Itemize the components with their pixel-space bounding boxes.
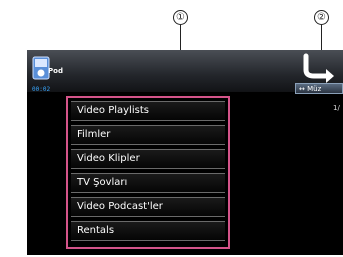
callout-2: ②: [314, 10, 329, 25]
menu-item-video-podcasts[interactable]: Video Podcast'ler: [71, 197, 225, 217]
top-bar: Pod 00:02 ↔ Müz: [27, 50, 343, 94]
menu-item-rentals[interactable]: Rentals: [71, 221, 225, 241]
elapsed-time: 00:02: [32, 86, 51, 93]
callout-1: ①: [173, 10, 188, 25]
video-menu-list: Video Playlists Filmler Video Klipler TV…: [66, 96, 230, 249]
menu-item-filmler[interactable]: Filmler: [71, 125, 225, 145]
menu-item-tv-sovlari[interactable]: TV Şovları: [71, 173, 225, 193]
menu-item-video-playlists[interactable]: Video Playlists: [71, 101, 225, 121]
source-label: Pod: [48, 67, 63, 75]
menu-item-video-klipler[interactable]: Video Klipler: [71, 149, 225, 169]
page-counter: 1/: [333, 104, 340, 112]
music-mode-tab[interactable]: ↔ Müz: [295, 83, 343, 94]
